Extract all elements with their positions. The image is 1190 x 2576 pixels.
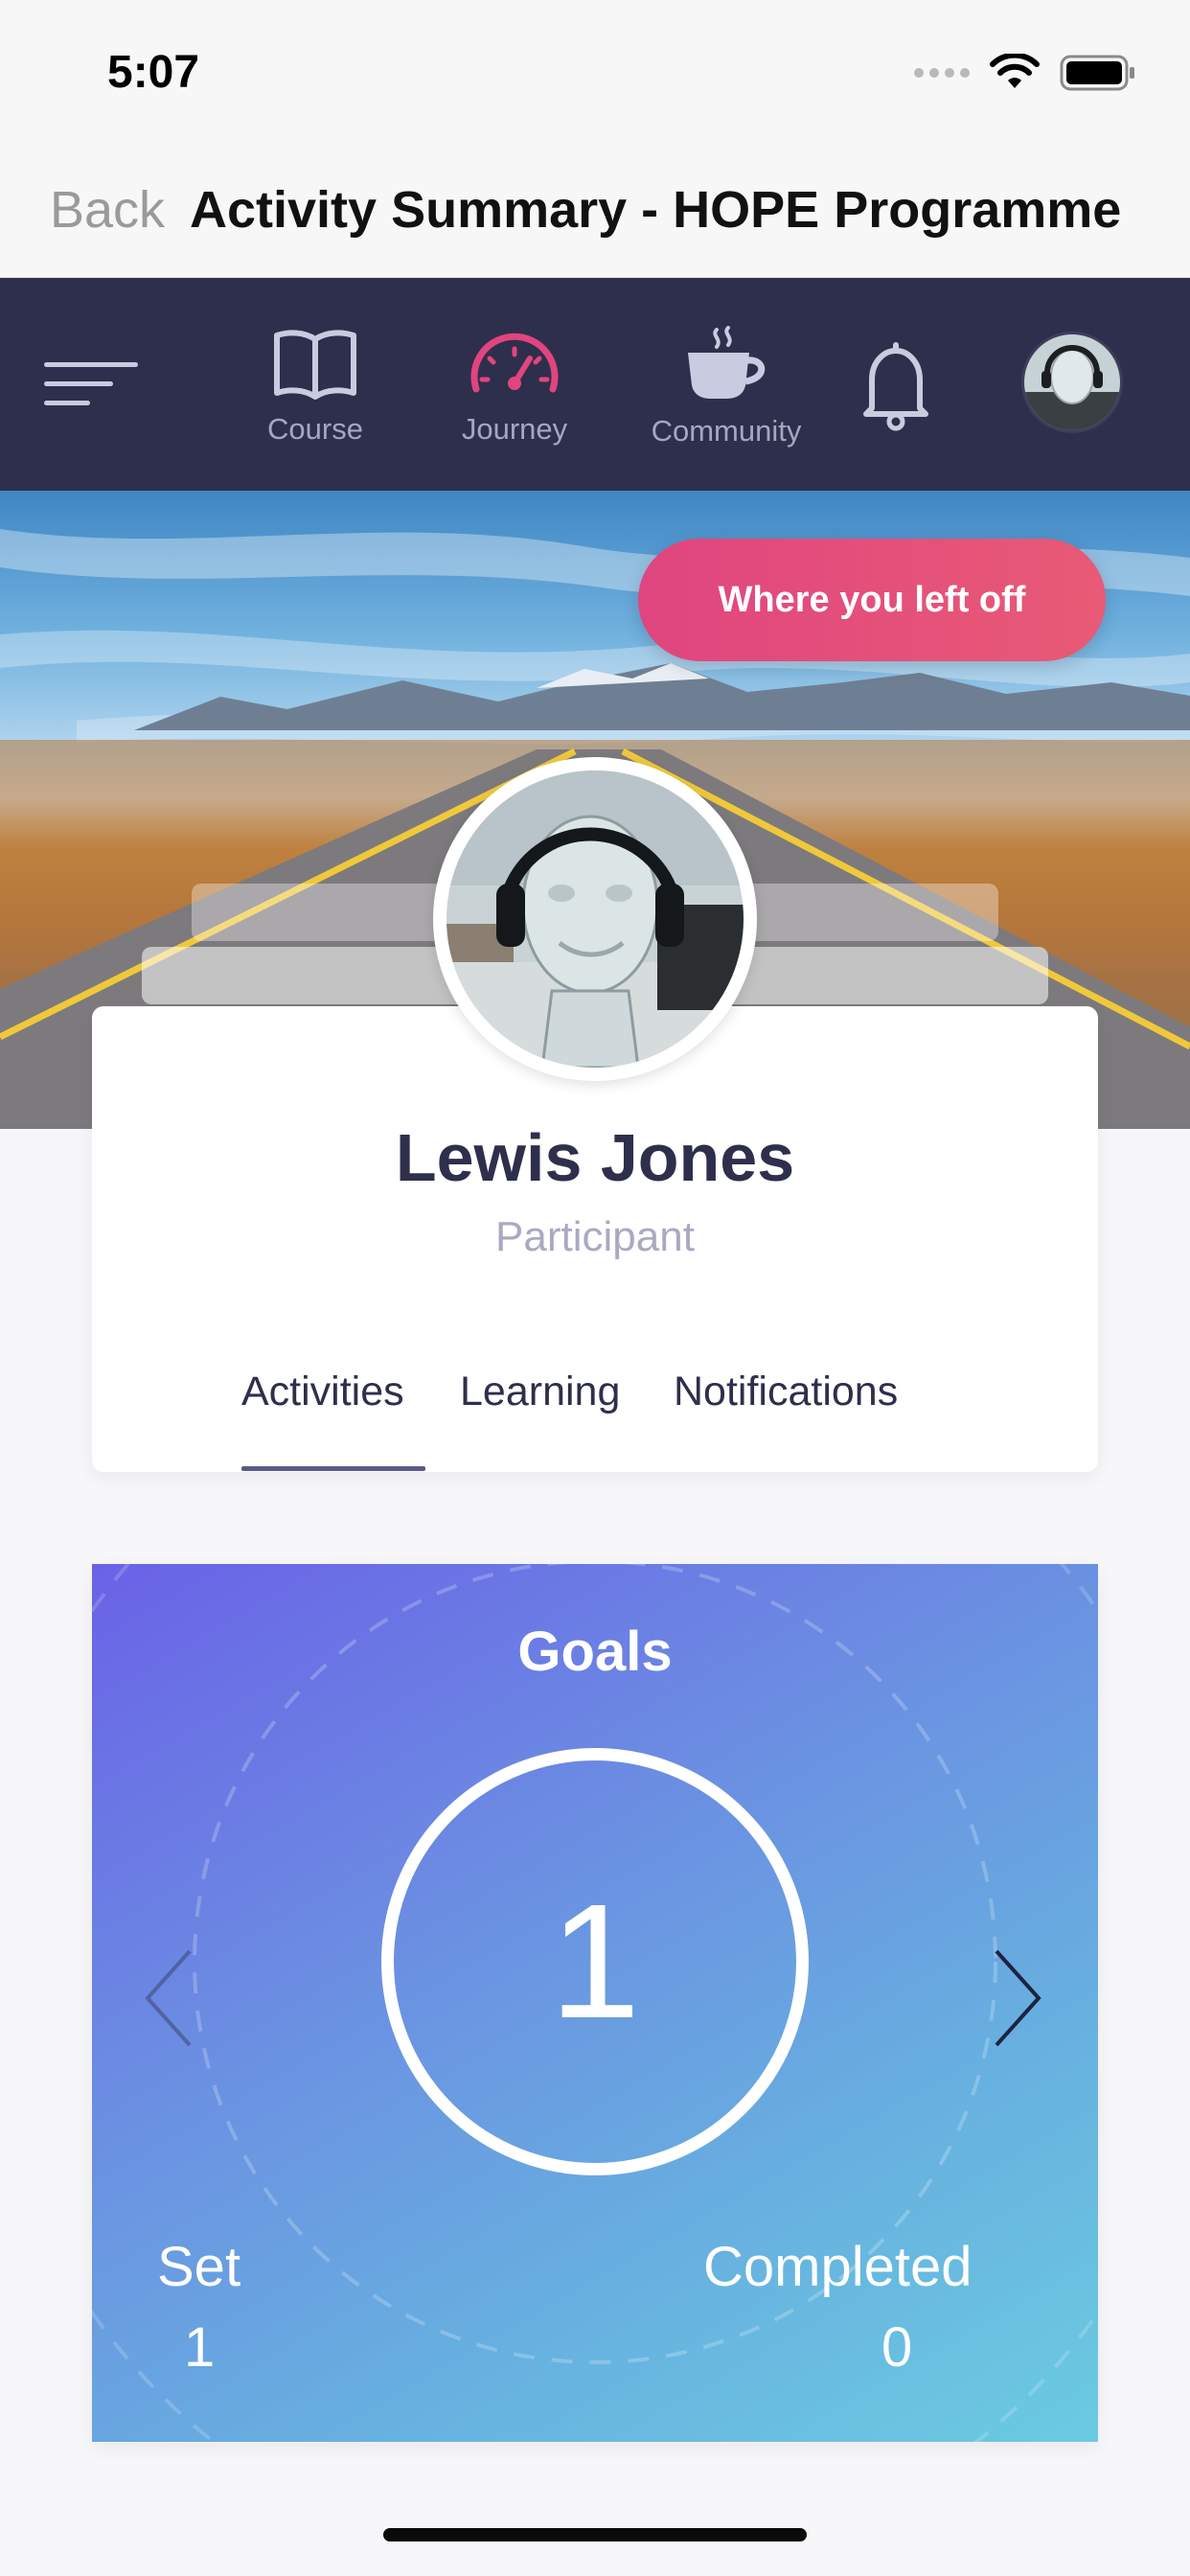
toolbar-label-community: Community	[651, 414, 802, 448]
goals-title: Goals	[517, 1621, 673, 1683]
toolbar-label-course: Course	[267, 412, 363, 446]
cellular-signal-icon	[914, 68, 970, 78]
page-title: Activity Summary - HOPE Programme	[190, 181, 1122, 239]
toolbar-item-journey[interactable]: Journey	[450, 326, 579, 447]
status-icons	[914, 54, 1136, 92]
tab-activities[interactable]: Activities	[241, 1368, 404, 1415]
profile-photo	[446, 770, 744, 1068]
status-bar: 5:07	[0, 0, 1190, 144]
coffee-cup-icon	[688, 326, 766, 399]
avatar-photo	[1024, 334, 1120, 430]
book-icon	[274, 330, 356, 400]
toolbar-label-journey: Journey	[461, 412, 568, 446]
profile-tabs: Activities Learning Notifications	[0, 1368, 1190, 1474]
navigation-bar: Back Activity Summary - HOPE Programme	[0, 144, 1190, 278]
goals-set-label: Set	[157, 2236, 241, 2298]
battery-icon	[1060, 55, 1134, 91]
notifications-button[interactable]	[860, 339, 931, 436]
speedometer-icon	[470, 333, 559, 393]
status-time: 5:07	[107, 47, 200, 98]
wifi-icon	[990, 54, 1040, 88]
home-indicator[interactable]	[383, 2528, 807, 2542]
app-toolbar: Course Journey Community	[0, 278, 1190, 491]
chevron-right-icon[interactable]	[989, 1945, 1046, 2051]
where-you-left-off-button[interactable]: Where you left off	[638, 539, 1106, 661]
hamburger-menu-icon[interactable]	[44, 355, 140, 412]
profile-role: Participant	[495, 1213, 695, 1260]
goals-count: 1	[549, 1871, 641, 2053]
chevron-left-icon[interactable]	[140, 1945, 197, 2051]
back-button[interactable]: Back	[50, 180, 165, 240]
tab-notifications[interactable]: Notifications	[674, 1368, 898, 1415]
toolbar-item-course[interactable]: Course	[257, 326, 374, 447]
tab-selected-indicator	[241, 1466, 425, 1471]
goals-count-ring: 1	[381, 1748, 809, 2175]
bell-icon	[863, 342, 928, 431]
tab-learning[interactable]: Learning	[460, 1368, 620, 1415]
user-avatar[interactable]	[1021, 332, 1123, 433]
profile-name: Lewis Jones	[395, 1120, 795, 1195]
goals-card: Goals 1 Set 1 Completed 0	[92, 1564, 1098, 2442]
toolbar-item-community[interactable]: Community	[630, 326, 822, 448]
goals-completed-label: Completed	[703, 2236, 973, 2298]
goals-set-value: 1	[184, 2316, 216, 2379]
goals-completed-value: 0	[881, 2316, 913, 2379]
profile-avatar	[433, 757, 757, 1081]
